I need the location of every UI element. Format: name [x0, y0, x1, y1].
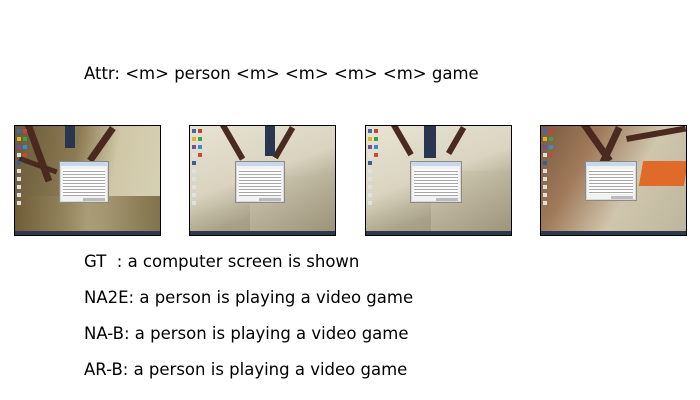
ar-b-caption: AR-B: a person is playing a video game — [84, 360, 408, 379]
ground-truth-caption: GT : a computer screen is shown — [84, 252, 360, 271]
na2e-caption: NA2E: a person is playing a video game — [84, 288, 414, 307]
dialog-window — [59, 161, 109, 203]
desktop-icons — [192, 129, 222, 229]
desktop-icons — [17, 129, 47, 229]
video-frame-2 — [189, 125, 336, 236]
taskbar — [190, 231, 335, 235]
video-frame-1 — [14, 125, 161, 236]
taskbar — [15, 231, 160, 235]
dialog-window — [585, 161, 637, 201]
video-frame-4 — [540, 125, 687, 236]
desktop-icons — [368, 129, 398, 229]
dialog-window — [410, 161, 462, 203]
dialog-window — [235, 161, 285, 203]
taskbar — [366, 231, 511, 235]
desktop-icons — [543, 129, 573, 229]
video-frame-3 — [365, 125, 512, 236]
na-b-caption: NA-B: a person is playing a video game — [84, 324, 409, 343]
attribute-line: Attr: <m> person <m> <m> <m> <m> game — [84, 64, 479, 83]
taskbar — [541, 231, 686, 235]
